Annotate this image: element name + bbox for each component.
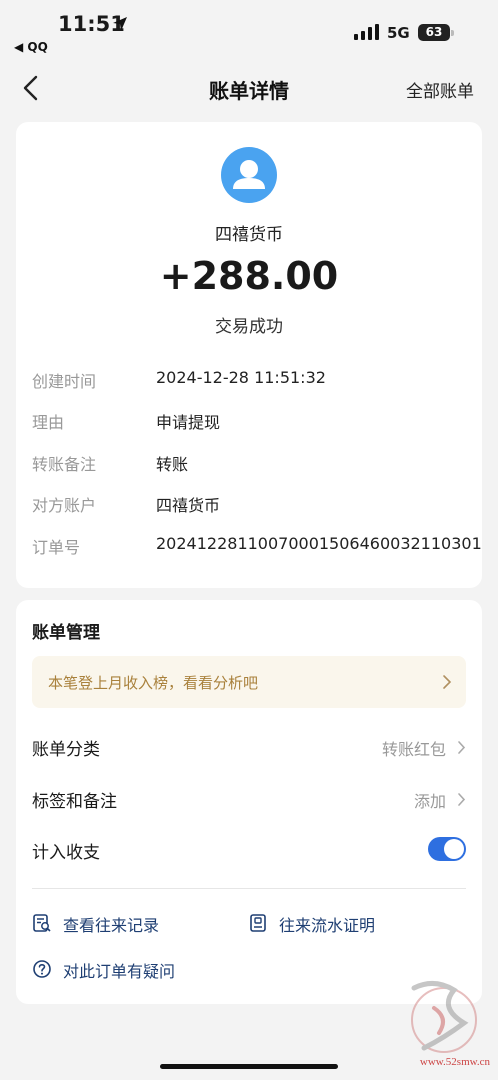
- detail-row-created-time: 创建时间 2024-12-28 11:51:32: [32, 368, 472, 392]
- avatar[interactable]: [221, 147, 277, 203]
- statement-proof-link[interactable]: 往来流水证明: [248, 911, 418, 937]
- detail-label: 订单号: [32, 538, 81, 557]
- signal-icon: [354, 24, 379, 40]
- detail-row-transfer-note: 转账备注 转账: [32, 451, 472, 475]
- detail-value: 四禧货币: [156, 496, 221, 515]
- detail-label: 创建时间: [32, 372, 97, 391]
- divider: [32, 888, 466, 889]
- detail-label: 对方账户: [32, 496, 97, 515]
- detail-row-counterparty: 对方账户 四禧货币: [32, 492, 472, 516]
- detail-value: 转账: [156, 455, 189, 474]
- toggle-knob: [444, 839, 464, 859]
- all-bills-link[interactable]: 全部账单: [406, 77, 474, 102]
- watermark-url: www.52smw.cn: [419, 1056, 490, 1068]
- detail-label: 转账备注: [32, 455, 97, 474]
- status-bar: 11:51 ◀ QQ 5G 63: [0, 0, 498, 60]
- tags-label: 标签和备注: [32, 792, 117, 812]
- chevron-right-icon: [443, 675, 452, 689]
- detail-label: 理由: [32, 413, 65, 432]
- include-in-balance-row: 计入收支: [32, 835, 466, 865]
- section-title: 账单管理: [32, 623, 100, 643]
- bill-summary-card: 四禧货币 +288.00 交易成功 创建时间 2024-12-28 11:51:…: [16, 122, 482, 588]
- chevron-right-icon: [458, 793, 466, 806]
- network-type: 5G: [387, 24, 410, 42]
- bill-category-row[interactable]: 账单分类 转账红包: [32, 732, 466, 762]
- category-label: 账单分类: [32, 740, 100, 760]
- tip-text: 本笔登上月收入榜，看看分析吧: [48, 674, 259, 692]
- tags-value: 添加: [413, 792, 446, 811]
- income-ranking-tip[interactable]: 本笔登上月收入榜，看看分析吧: [32, 656, 466, 708]
- transaction-status: 交易成功: [215, 317, 283, 337]
- link-label: 查看往来记录: [63, 916, 160, 935]
- document-stamp-icon: [250, 914, 266, 932]
- user-icon: [233, 160, 265, 189]
- view-records-link[interactable]: 查看往来记录: [32, 911, 192, 937]
- chevron-right-icon: [458, 741, 466, 754]
- bill-amount: +288.00: [159, 254, 339, 298]
- order-question-link[interactable]: 对此订单有疑问: [32, 957, 212, 983]
- back-to-app-link[interactable]: ◀ QQ: [14, 40, 48, 54]
- record-search-icon: [33, 914, 51, 932]
- bill-management-card: 账单管理 本笔登上月收入榜，看看分析吧 账单分类 转账红包 标签和备注 添加 计…: [16, 600, 482, 1004]
- include-toggle[interactable]: [428, 837, 466, 861]
- location-arrow-icon: [113, 17, 127, 31]
- payer-name: 四禧货币: [215, 225, 283, 245]
- home-indicator[interactable]: [160, 1064, 338, 1069]
- link-label: 往来流水证明: [279, 916, 376, 935]
- include-label: 计入收支: [32, 843, 100, 863]
- detail-value: 申请提现: [156, 413, 221, 432]
- category-value: 转账红包: [381, 740, 446, 759]
- detail-row-order-number: 订单号 20241228110070001506460032110301: [32, 534, 482, 558]
- detail-row-reason: 理由 申请提现: [32, 409, 472, 433]
- detail-value[interactable]: 20241228110070001506460032110301: [156, 534, 482, 553]
- detail-value: 2024-12-28 11:51:32: [156, 368, 326, 387]
- tags-notes-row[interactable]: 标签和备注 添加: [32, 784, 466, 814]
- nav-bar: 账单详情 全部账单: [0, 62, 498, 114]
- question-circle-icon: [33, 960, 51, 978]
- link-label: 对此订单有疑问: [63, 962, 176, 981]
- battery-icon: 63: [418, 24, 454, 41]
- battery-level: 63: [418, 24, 450, 41]
